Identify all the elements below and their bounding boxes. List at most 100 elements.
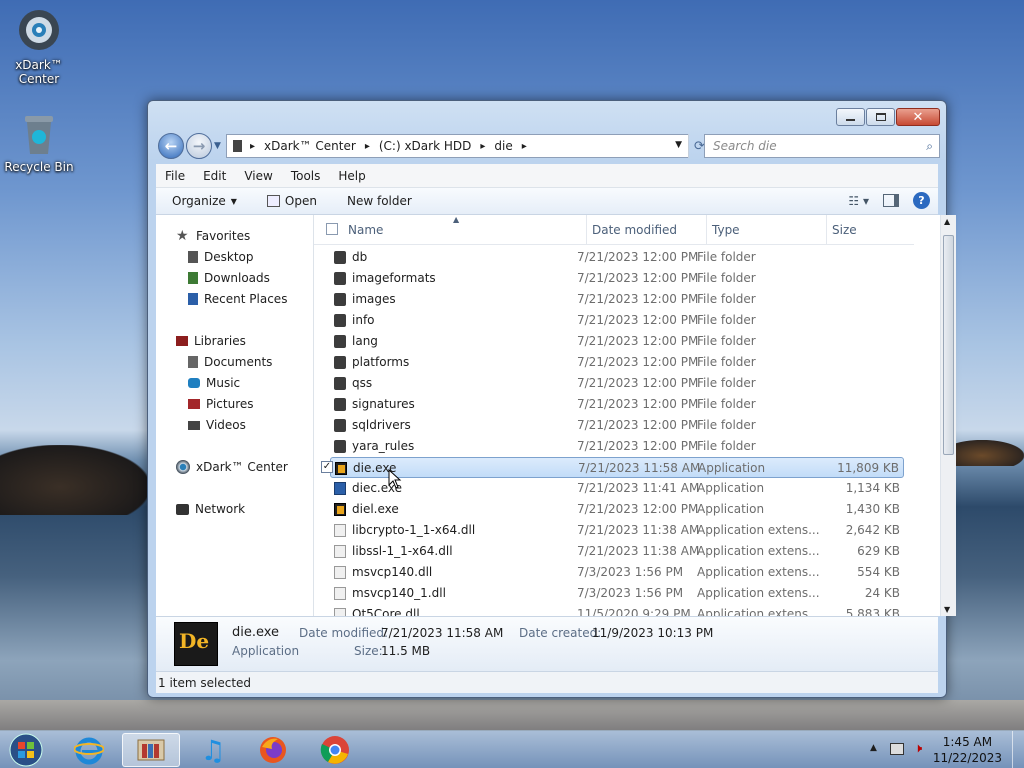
- address-bar[interactable]: ▸ xDark™ Center ▸ (C:) xDark HDD ▸ die ▸…: [226, 134, 689, 158]
- firefox-icon: [260, 737, 286, 763]
- minimize-button[interactable]: [836, 108, 865, 126]
- folder-icon: [334, 272, 346, 285]
- menu-edit[interactable]: Edit: [194, 169, 235, 183]
- show-desktop-button[interactable]: [1012, 731, 1024, 768]
- file-name: libssl-1_1-x64.dll: [352, 544, 453, 558]
- start-button[interactable]: [0, 733, 52, 767]
- nav-pictures[interactable]: Pictures: [188, 397, 254, 411]
- show-hidden-icons-button[interactable]: ▲: [870, 743, 877, 753]
- caption-buttons: ✕: [836, 108, 940, 126]
- file-row[interactable]: diel.exe 7/21/2023 12:00 PM Application 1,4…: [330, 499, 904, 520]
- nav-libraries[interactable]: Libraries: [176, 334, 246, 348]
- file-row[interactable]: images 7/21/2023 12:00 PM File folder: [330, 289, 904, 310]
- scroll-up-arrow-icon[interactable]: ▲: [944, 217, 950, 226]
- new-folder-button[interactable]: New folder: [347, 194, 412, 208]
- documents-icon: [188, 356, 198, 368]
- file-row[interactable]: sqldrivers 7/21/2023 12:00 PM File folder: [330, 415, 904, 436]
- file-row[interactable]: diec.exe 7/21/2023 11:41 AM Application 1,1…: [330, 478, 904, 499]
- help-icon[interactable]: ?: [913, 192, 930, 209]
- file-row[interactable]: ✓ die.exe 7/21/2023 11:58 AM Application 11,…: [321, 457, 904, 478]
- nav-videos[interactable]: Videos: [188, 418, 246, 432]
- nav-label: Videos: [206, 418, 246, 432]
- system-clock[interactable]: 1:45 AM 11/22/2023: [933, 734, 1002, 766]
- file-type: File folder: [697, 376, 756, 390]
- maximize-button[interactable]: [866, 108, 895, 126]
- file-row[interactable]: signatures 7/21/2023 12:00 PM File folder: [330, 394, 904, 415]
- details-size-value: 11.5 MB: [381, 644, 431, 658]
- file-size: 629 KB: [857, 544, 900, 558]
- address-segment-computer[interactable]: xDark™ Center: [264, 139, 356, 153]
- nav-label: Recent Places: [204, 292, 288, 306]
- file-row[interactable]: lang 7/21/2023 12:00 PM File folder: [330, 331, 904, 352]
- address-segment-folder[interactable]: die: [494, 139, 512, 153]
- taskbar-music-player[interactable]: ♫: [184, 733, 242, 767]
- file-row[interactable]: libssl-1_1-x64.dll 7/21/2023 11:38 AM Appl…: [330, 541, 904, 562]
- file-name: db: [352, 250, 368, 264]
- file-row[interactable]: imageformats 7/21/2023 12:00 PM File folde…: [330, 268, 904, 289]
- file-row[interactable]: platforms 7/21/2023 12:00 PM File folder: [330, 352, 904, 373]
- file-date-modified: 7/21/2023 11:38 AM: [577, 523, 700, 537]
- file-date-modified: 7/21/2023 12:00 PM: [577, 376, 699, 390]
- view-controls: ☷ ▾ ?: [848, 192, 930, 209]
- file-row[interactable]: Qt5Core.dll 11/5/2020 9:29 PM Application …: [330, 604, 904, 616]
- recent-pages-dropdown[interactable]: ▼: [214, 141, 221, 151]
- organize-button[interactable]: Organize ▼: [172, 194, 237, 208]
- search-input[interactable]: Search die ⌕: [704, 134, 940, 158]
- address-history-dropdown-icon[interactable]: ▼: [675, 140, 682, 150]
- nav-favorites[interactable]: ★ Favorites: [176, 229, 250, 243]
- address-separator: ▸: [480, 140, 486, 152]
- column-type[interactable]: Type: [712, 223, 740, 237]
- file-row[interactable]: db 7/21/2023 12:00 PM File folder: [330, 247, 904, 268]
- open-button[interactable]: Open: [266, 194, 317, 208]
- file-row[interactable]: libcrypto-1_1-x64.dll 7/21/2023 11:38 AM A…: [330, 520, 904, 541]
- folder-icon: [334, 440, 346, 453]
- details-pane: die.exe Application Date modified: 7/21/…: [156, 616, 938, 671]
- select-all-checkbox[interactable]: [326, 223, 338, 235]
- videos-icon: [188, 420, 200, 430]
- desktop-icon-xdark-center[interactable]: xDark™ Center: [1, 8, 77, 86]
- taskbar-chrome[interactable]: [306, 733, 364, 767]
- close-button[interactable]: ✕: [896, 108, 940, 126]
- menu-view[interactable]: View: [235, 169, 281, 183]
- network-status-icon[interactable]: [890, 743, 904, 755]
- column-name[interactable]: Name: [348, 223, 383, 237]
- column-date[interactable]: Date modified: [592, 223, 677, 237]
- vertical-scrollbar[interactable]: ▲ ▼: [940, 215, 956, 616]
- column-size[interactable]: Size: [832, 223, 857, 237]
- taskbar-explorer[interactable]: [122, 733, 180, 767]
- nav-music[interactable]: Music: [188, 376, 240, 390]
- dll-file-icon: [334, 545, 346, 558]
- back-button[interactable]: ←: [158, 133, 184, 159]
- menu-help[interactable]: Help: [329, 169, 374, 183]
- forward-button[interactable]: →: [186, 133, 212, 159]
- dll-file-icon: [334, 608, 346, 616]
- file-row[interactable]: qss 7/21/2023 12:00 PM File folder: [330, 373, 904, 394]
- file-row[interactable]: yara_rules 7/21/2023 12:00 PM File folder: [330, 436, 904, 457]
- menu-tools[interactable]: Tools: [282, 169, 330, 183]
- clock-time: 1:45 AM: [942, 735, 993, 749]
- nav-computer[interactable]: xDark™ Center: [176, 460, 288, 474]
- volume-muted-icon[interactable]: 🕨: [914, 741, 922, 756]
- file-row[interactable]: msvcp140.dll 7/3/2023 1:56 PM Application …: [330, 562, 904, 583]
- scrollbar-thumb[interactable]: [943, 235, 954, 455]
- sort-ascending-icon: ▲: [453, 215, 460, 224]
- nav-desktop[interactable]: Desktop: [188, 250, 254, 264]
- nav-documents[interactable]: Documents: [188, 355, 272, 369]
- nav-recent-places[interactable]: Recent Places: [188, 292, 287, 306]
- menu-file[interactable]: File: [156, 169, 194, 183]
- view-options-button[interactable]: ☷ ▾: [848, 194, 869, 208]
- preview-pane-button[interactable]: [883, 194, 899, 207]
- desktop-icon-label: xDark™: [15, 58, 63, 72]
- nav-downloads[interactable]: Downloads: [188, 271, 270, 285]
- taskbar-firefox[interactable]: [244, 733, 302, 767]
- recent-places-icon: [188, 293, 198, 305]
- file-type: File folder: [697, 271, 756, 285]
- file-row[interactable]: msvcp140_1.dll 7/3/2023 1:56 PM Applicatio…: [330, 583, 904, 604]
- nav-network[interactable]: Network: [176, 502, 245, 516]
- taskbar-internet-explorer[interactable]: [60, 733, 118, 767]
- scroll-down-arrow-icon[interactable]: ▼: [944, 605, 950, 614]
- address-segment-drive[interactable]: (C:) xDark HDD: [379, 139, 472, 153]
- row-checkbox[interactable]: ✓: [321, 461, 333, 473]
- desktop-icon-recycle-bin[interactable]: Recycle Bin: [1, 110, 77, 174]
- file-row[interactable]: info 7/21/2023 12:00 PM File folder: [330, 310, 904, 331]
